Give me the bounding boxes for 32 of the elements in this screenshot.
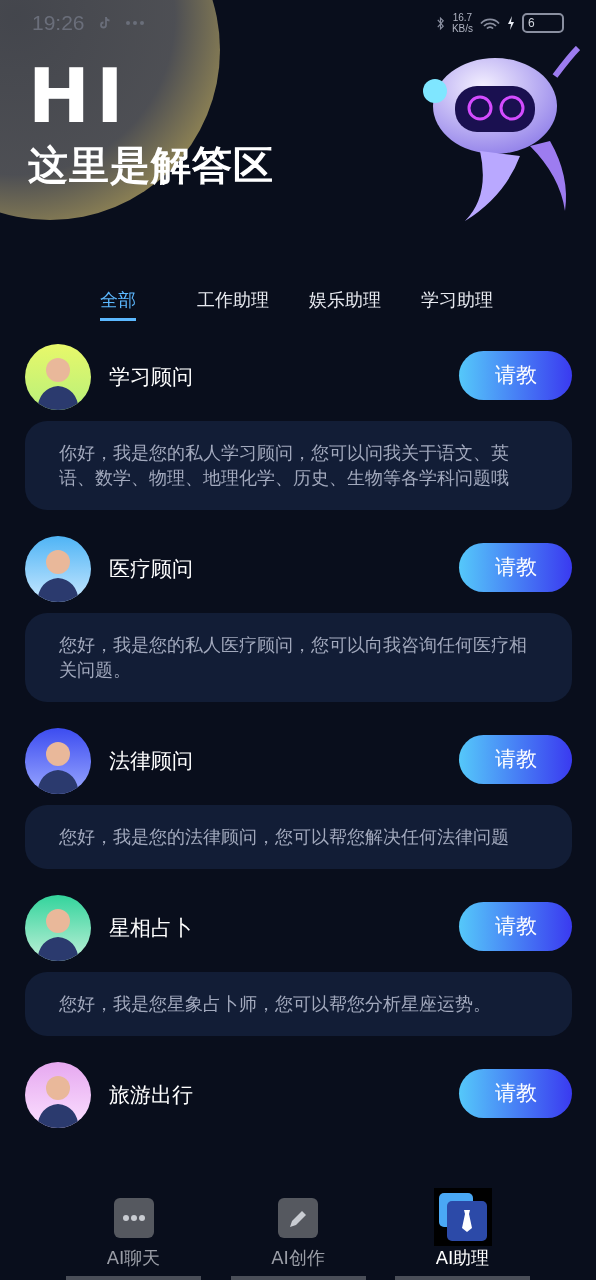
assistant-description: 您好，我是您星象占卜师，您可以帮您分析星座运势。 (25, 972, 572, 1036)
category-tab[interactable]: 娱乐助理 (309, 282, 381, 321)
more-icon (124, 20, 145, 26)
assistant-name: 旅游出行 (109, 1082, 194, 1109)
pencil-icon (278, 1198, 318, 1238)
ask-button[interactable]: 请教 (459, 542, 572, 592)
necktie-icon (433, 1188, 492, 1246)
battery-icon: 6 (522, 13, 564, 33)
bluetooth-icon (435, 15, 445, 31)
header-title: HI (28, 56, 131, 136)
ask-button[interactable]: 请教 (459, 734, 572, 784)
charging-icon (507, 16, 515, 30)
more-icon (113, 1198, 154, 1238)
speed-unit: KB/s (451, 23, 473, 34)
ask-button[interactable]: 请教 (459, 901, 572, 951)
assistant-description: 你好，我是您的私人学习顾问，您可以问我关于语文、英语、数学、物理、地理化学、历史、生物等各学科问题哦 (25, 421, 572, 510)
ask-button[interactable]: 请教 (459, 1068, 572, 1118)
assistant-name: 学习顾问 (109, 364, 194, 391)
assistant-name: 法律顾问 (109, 748, 194, 775)
category-tab[interactable]: 全部 (100, 282, 136, 321)
nav-tab[interactable]: AI助理 (395, 1190, 530, 1280)
assistant-description: 您好，我是您的法律顾问，您可以帮您解决任何法律问题 (25, 805, 572, 869)
nav-tab[interactable]: AI创作 (230, 1190, 366, 1280)
category-tab[interactable]: 学习助理 (421, 282, 493, 321)
network-speed: 16.7 (452, 12, 473, 23)
assistant-name: 医疗顾问 (109, 556, 194, 583)
assistant-name: 星相占卜 (109, 915, 194, 942)
ask-button[interactable]: 请教 (459, 350, 572, 400)
category-tab[interactable]: 工作助理 (197, 282, 269, 321)
assistant-description: 您好，我是您的私人医疗顾问，您可以向我咨询任何医疗相关问题。 (25, 613, 572, 702)
wifi-icon (480, 17, 500, 29)
nav-tab[interactable]: AI聊天 (66, 1190, 201, 1280)
